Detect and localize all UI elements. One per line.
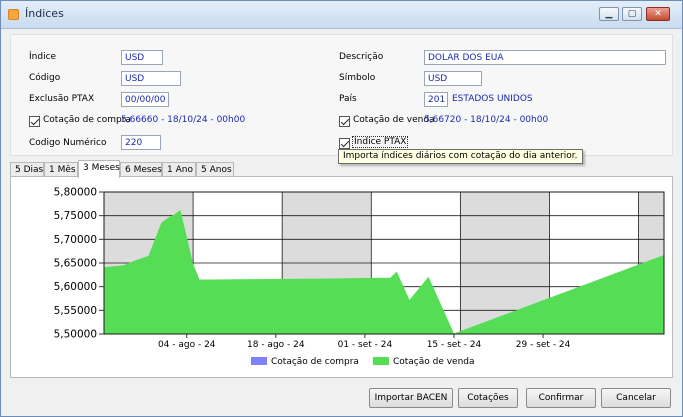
close-button[interactable]: ✕ <box>646 7 670 21</box>
title-bar: Índices ▁ ▢ ✕ <box>1 1 682 29</box>
simbolo-input[interactable]: USD <box>424 71 482 86</box>
cancelar-button[interactable]: Cancelar <box>601 388 671 408</box>
x-tick-label: 15 - set - 24 <box>427 340 482 350</box>
descricao-input[interactable]: DOLAR DOS EUA <box>424 50 666 65</box>
pais-label: País <box>339 94 357 104</box>
tab-3-meses[interactable]: 3 Meses <box>78 160 120 178</box>
x-tick-label: 04 - ago - 24 <box>158 340 216 350</box>
app-icon <box>8 9 19 20</box>
x-tick-label: 29 - set - 24 <box>516 340 571 350</box>
y-tick-label: 5,80000 <box>54 187 97 199</box>
indice-ptax-checkbox[interactable] <box>339 138 350 149</box>
indice-label: Índice <box>29 52 57 62</box>
y-tick-label: 5,70000 <box>54 234 97 246</box>
pais-code-input[interactable]: 201 <box>424 92 448 107</box>
chart-panel: 5,80000 5,75000 5,70000 5,65000 5,60000 5,550… <box>10 176 673 378</box>
cotacao-compra-checkbox[interactable] <box>29 116 40 127</box>
cotacao-compra-label: Cotação de compra <box>43 115 131 125</box>
cotacao-venda-value: 5,66720 - 18/10/24 - 00h00 <box>424 115 549 125</box>
x-tick-label: 18 - ago - 24 <box>247 340 305 350</box>
window-title: Índices <box>25 7 64 20</box>
simbolo-label: Símbolo <box>339 73 376 83</box>
tab-1-mes[interactable]: 1 Mês <box>44 162 78 177</box>
index-form: Índice USD Código USD Exclusão PTAX 00/0… <box>10 34 673 156</box>
pais-name: ESTADOS UNIDOS <box>452 94 533 104</box>
cotacao-venda-label: Cotação de venda <box>353 115 435 125</box>
codigo-numerico-input[interactable]: 220 <box>121 135 161 150</box>
tab-1-ano[interactable]: 1 Ano <box>162 162 196 177</box>
legend-label-venda: Cotação de venda <box>393 357 475 367</box>
confirmar-button[interactable]: Confirmar <box>526 388 596 408</box>
codigo-input[interactable]: USD <box>121 71 181 86</box>
maximize-button[interactable]: ▢ <box>622 7 642 21</box>
codigo-label: Código <box>29 73 61 83</box>
tooltip: Importa índices diários com cotação do d… <box>338 149 583 164</box>
y-tick-label: 5,60000 <box>54 281 97 293</box>
x-axis: 04 - ago - 24 18 - ago - 24 01 - set - 24 1… <box>158 334 571 350</box>
tab-5-anos[interactable]: 5 Anos <box>196 162 234 177</box>
quote-chart: 5,80000 5,75000 5,70000 5,65000 5,60000 5,550… <box>54 187 665 367</box>
tab-5-dias[interactable]: 5 Dias <box>10 162 44 177</box>
x-tick-label: 01 - set - 24 <box>338 340 393 350</box>
importar-bacen-button[interactable]: Importar BACEN <box>369 388 453 408</box>
y-tick-label: 5,75000 <box>54 210 97 222</box>
maximize-icon: ▢ <box>627 9 637 19</box>
tab-6-meses[interactable]: 6 Meses <box>120 162 162 177</box>
y-tick-label: 5,50000 <box>54 329 97 341</box>
legend: Cotação de compra Cotação de venda <box>251 357 475 367</box>
cotacao-venda-checkbox[interactable] <box>339 116 350 127</box>
exclusao-ptax-input[interactable]: 00/00/00 <box>121 92 169 107</box>
legend-swatch-venda <box>372 357 389 365</box>
cotacao-compra-value: 5,66660 - 18/10/24 - 00h00 <box>121 115 246 125</box>
legend-label-compra: Cotação de compra <box>271 357 359 367</box>
y-tick-label: 5,55000 <box>54 305 97 317</box>
exclusao-ptax-label: Exclusão PTAX <box>29 94 95 104</box>
minimize-button[interactable]: ▁ <box>599 7 619 21</box>
close-icon: ✕ <box>654 9 662 19</box>
descricao-label: Descrição <box>339 52 384 62</box>
minimize-icon: ▁ <box>605 9 613 19</box>
y-tick-label: 5,65000 <box>54 258 97 270</box>
cotacoes-button[interactable]: Cotações <box>458 388 518 408</box>
codigo-numerico-label: Codigo Numérico <box>29 138 107 148</box>
indice-ptax-label[interactable]: Índice PTAX <box>352 136 409 148</box>
y-axis: 5,80000 5,75000 5,70000 5,65000 5,60000 5,550… <box>54 187 104 341</box>
indice-input[interactable]: USD <box>121 50 163 65</box>
legend-swatch-compra <box>251 357 267 365</box>
